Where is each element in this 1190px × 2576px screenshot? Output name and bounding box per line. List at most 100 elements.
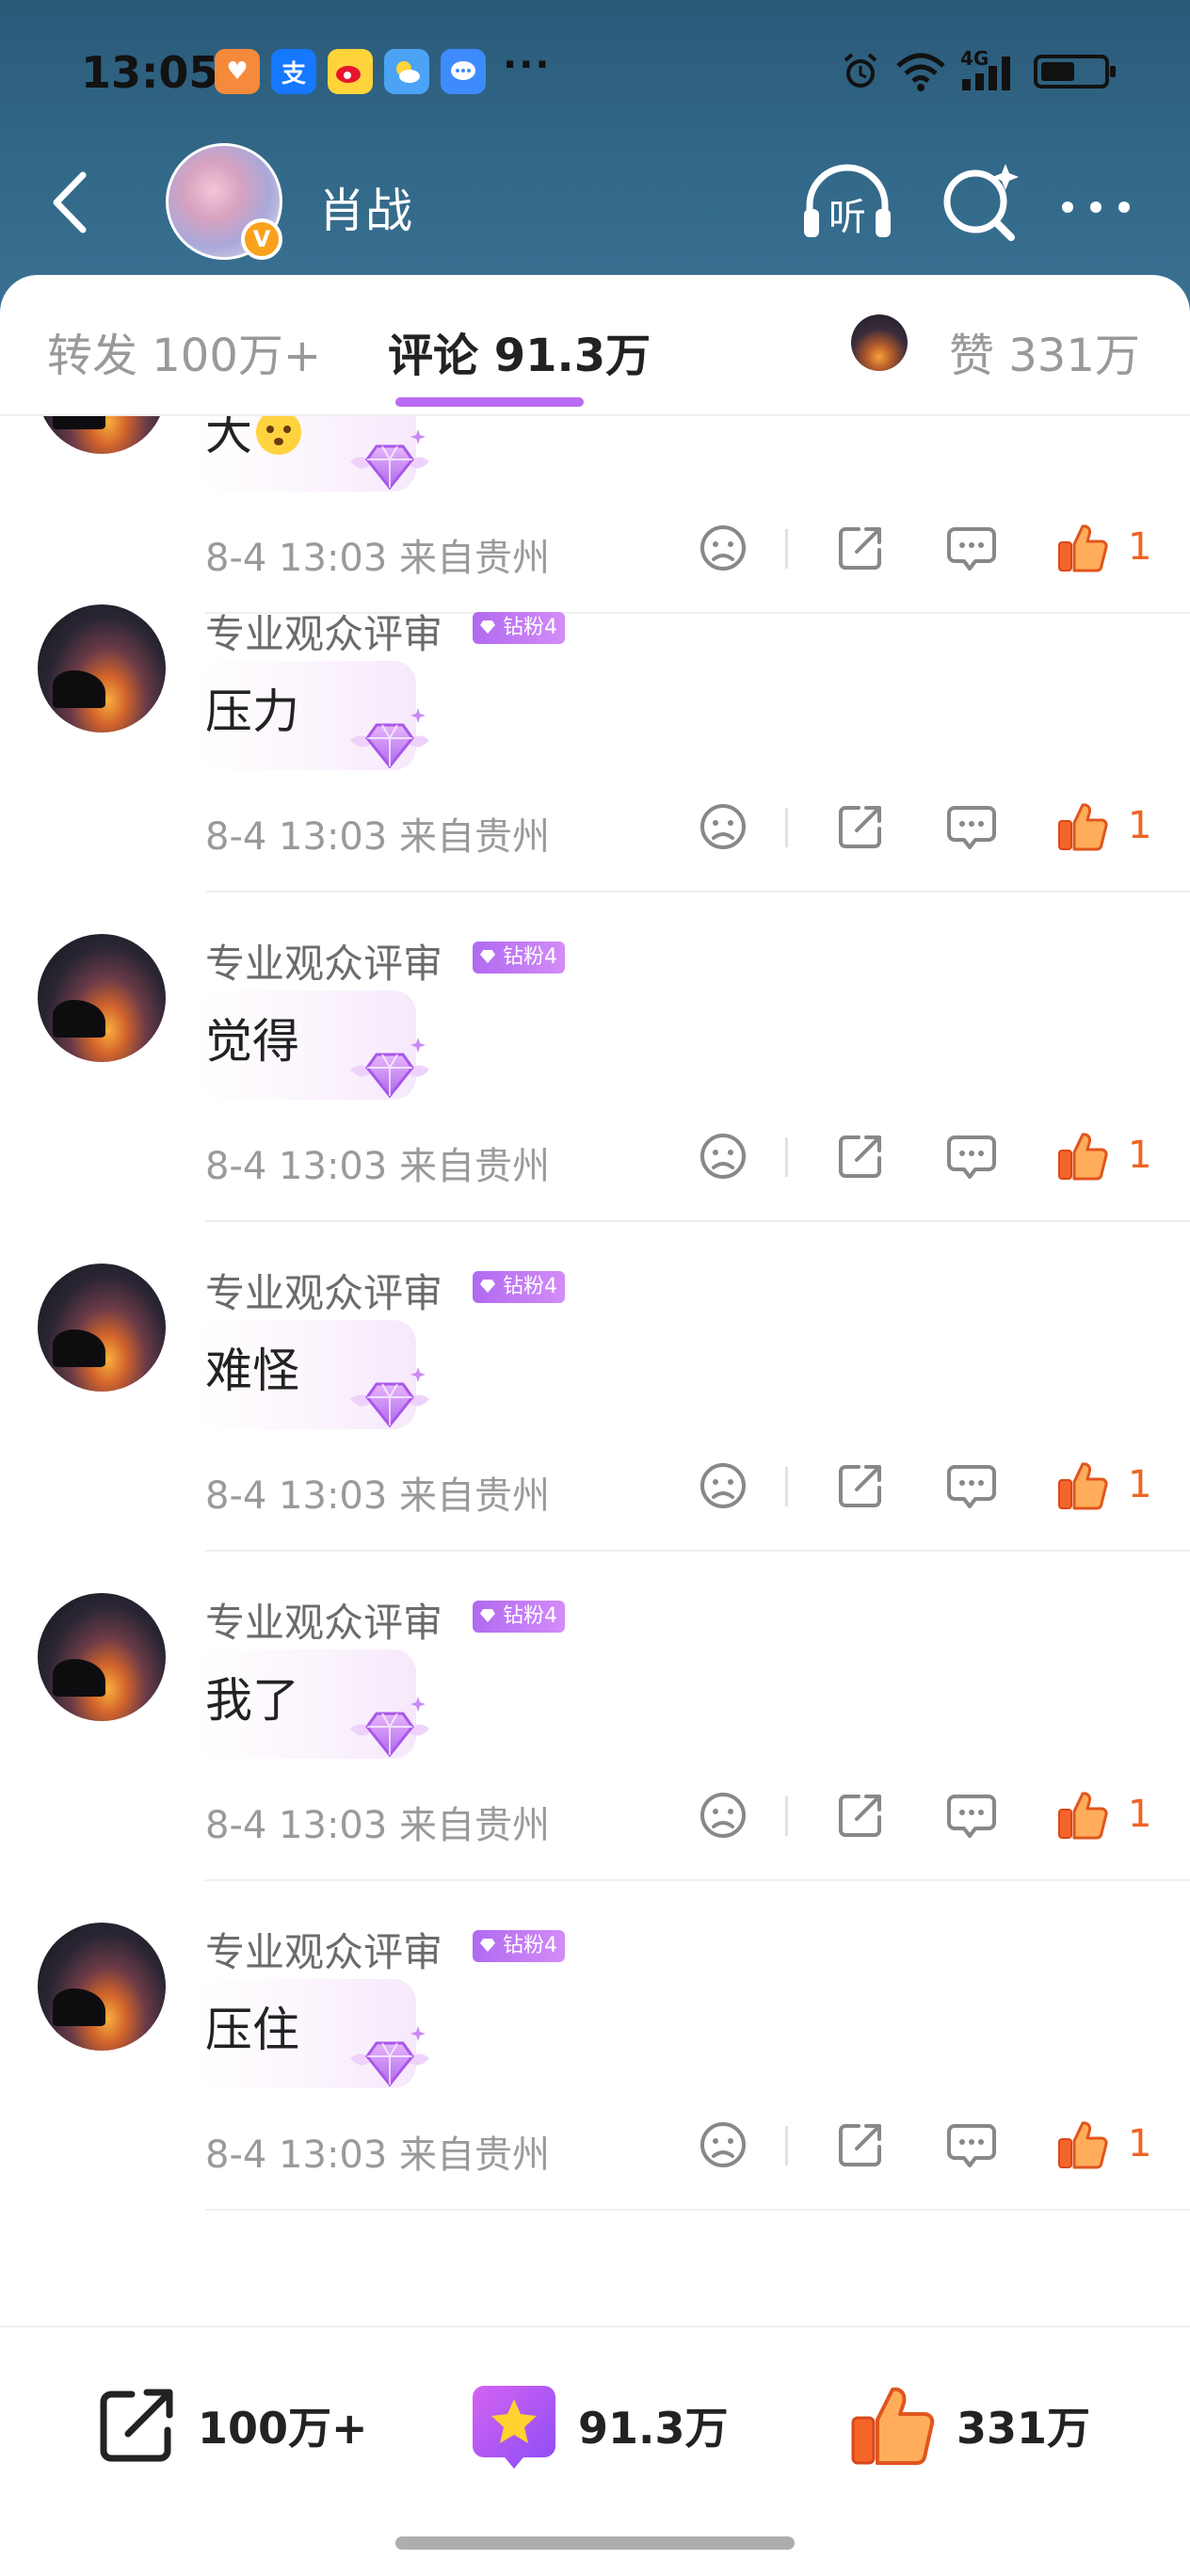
like-comment-button[interactable] [1056, 1789, 1109, 1842]
comment-text-wrapper: 压住 [205, 1992, 299, 2060]
commenter-name[interactable]: 专业观众评审 [205, 603, 442, 660]
diamond-gem-icon [345, 424, 435, 499]
comment-item[interactable]: 专业观众评审 钻粉4 压力 8-4 13:03 来自贵州 1 [0, 563, 1190, 893]
reply-button[interactable] [945, 2118, 998, 2171]
reply-button[interactable] [945, 800, 998, 853]
comment-location: 来自贵州 [399, 1145, 551, 1188]
profile-name[interactable]: 肖战 [318, 173, 412, 241]
listen-button[interactable]: 听 [800, 160, 894, 245]
comment-item[interactable]: 专业观众评审 钻粉4 难怪 8-4 13:03 来自贵州 1 [0, 1222, 1190, 1552]
comment-location: 来自贵州 [399, 1804, 551, 1847]
share-comment-button[interactable] [834, 1130, 887, 1183]
like-comment-button[interactable] [1056, 800, 1109, 853]
comment-text-wrapper: 压力 [205, 674, 299, 742]
comment-actions: 1 [687, 2111, 1177, 2177]
comment-divider [205, 2209, 1190, 2211]
search-sparkle-icon [943, 164, 1019, 241]
message-icon [441, 49, 486, 94]
thumbs-up-icon [851, 2387, 935, 2465]
comment-item[interactable]: 专业观众评审 钻粉4 压住 8-4 13:03 来自贵州 1 [0, 1881, 1190, 2211]
meta-spacer [387, 1804, 399, 1847]
dislike-button[interactable] [697, 1130, 749, 1183]
comment-time: 8-4 13:03 [205, 815, 388, 859]
share-comment-button[interactable] [834, 1459, 887, 1512]
meta-spacer [387, 1474, 399, 1518]
like-comment-button[interactable] [1056, 1459, 1109, 1512]
commenter-name[interactable]: 专业观众评审 [205, 1591, 442, 1649]
comment-meta: 8-4 13:03 来自贵州 [205, 1795, 550, 1849]
cellular-signal-icon: 4G [960, 47, 1021, 92]
comment-like-count: 1 [1128, 2122, 1152, 2165]
commenter-name[interactable]: 专业观众评审 [205, 932, 442, 990]
comment-text: 我了 [205, 1673, 299, 1728]
tab-likes[interactable]: 赞 331万 [949, 318, 1140, 384]
tab-bar: 转发 100万+ 评论 91.3万 赞 331万 [0, 275, 1190, 416]
share-comment-button[interactable] [834, 1789, 887, 1842]
comment-text: 压力 [205, 684, 299, 739]
commenter-avatar[interactable] [38, 604, 166, 733]
share-icon [100, 2389, 173, 2462]
commenter-avatar[interactable] [38, 934, 166, 1062]
comment-like-count: 1 [1128, 804, 1152, 847]
status-time: 13:05 [81, 47, 219, 98]
commenter-name[interactable]: 专业观众评审 [205, 1921, 442, 1978]
dislike-button[interactable] [697, 2118, 749, 2171]
commenter-avatar[interactable] [38, 1264, 166, 1392]
action-separator [785, 2126, 788, 2165]
like-action-button[interactable]: 331万 [847, 2378, 1090, 2472]
dislike-button[interactable] [697, 1459, 749, 1512]
comment-count: 91.3万 [578, 2403, 729, 2454]
comment-action-button[interactable]: 91.3万 [469, 2378, 729, 2472]
notification-icons: ♥ 支 [215, 49, 486, 94]
comment-time: 8-4 13:03 [205, 1145, 388, 1188]
fan-level-badge: 钻粉4 [473, 612, 565, 644]
comment-text-wrapper: 觉得 [205, 1004, 299, 1071]
reply-button[interactable] [945, 1459, 998, 1512]
comment-text: 觉得 [205, 1014, 299, 1069]
share-comment-button[interactable] [834, 2118, 887, 2171]
tab-comments[interactable]: 评论 91.3万 [388, 318, 651, 384]
reply-button[interactable] [945, 1130, 998, 1183]
dislike-button[interactable] [697, 1789, 749, 1842]
health-app-icon: ♥ [215, 49, 260, 94]
commenter-avatar[interactable] [38, 1593, 166, 1721]
like-comment-button[interactable] [1056, 2118, 1109, 2171]
diamond-gem-icon [345, 2021, 435, 2096]
reply-button[interactable] [945, 1789, 998, 1842]
search-button[interactable] [938, 160, 1022, 245]
commenter-avatar[interactable] [38, 1923, 166, 2051]
battery-level [1041, 62, 1074, 81]
more-notifications-icon: ··· [503, 43, 552, 87]
comment-actions: 1 [687, 1122, 1177, 1188]
more-options-button[interactable] [1058, 179, 1134, 217]
comment-item[interactable]: 专业观众评审 钻粉4 觉得 8-4 13:03 来自贵州 1 [0, 893, 1190, 1222]
tab-reposts[interactable]: 转发 100万+ [47, 318, 321, 384]
comment-time: 8-4 13:03 [205, 1804, 388, 1847]
listen-label: 听 [828, 196, 866, 239]
comment-location: 来自贵州 [399, 2133, 551, 2177]
like-comment-button[interactable] [1056, 1130, 1109, 1183]
comment-actions: 1 [687, 1452, 1177, 1518]
comment-star-icon [473, 2386, 555, 2469]
comment-meta: 8-4 13:03 来自贵州 [205, 806, 550, 861]
back-button[interactable] [38, 169, 104, 235]
comment-location: 来自贵州 [399, 815, 551, 859]
battery-icon [1034, 55, 1116, 89]
chevron-left-icon [53, 171, 87, 233]
comment-text-wrapper: 难怪 [205, 1333, 299, 1401]
comment-text-wrapper: 我了 [205, 1663, 299, 1731]
dislike-button[interactable] [697, 800, 749, 853]
comment-text: 难怪 [205, 1344, 299, 1398]
commenter-name[interactable]: 专业观众评审 [205, 1262, 442, 1319]
comment-actions: 1 [687, 1781, 1177, 1847]
status-right: 4G [840, 47, 1116, 92]
navigation-bar: V 肖战 听 [0, 141, 1190, 264]
tab-indicator [395, 397, 584, 407]
share-comment-button[interactable] [834, 800, 887, 853]
comment-item[interactable]: 专业观众评审 钻粉4 我了 8-4 13:03 来自贵州 1 [0, 1552, 1190, 1881]
repost-action-button[interactable]: 100万+ [94, 2378, 368, 2472]
wifi-icon [896, 53, 945, 91]
diamond-gem-icon [345, 1361, 435, 1437]
more-dots-icon [1062, 201, 1130, 213]
meta-spacer [387, 2133, 399, 2177]
